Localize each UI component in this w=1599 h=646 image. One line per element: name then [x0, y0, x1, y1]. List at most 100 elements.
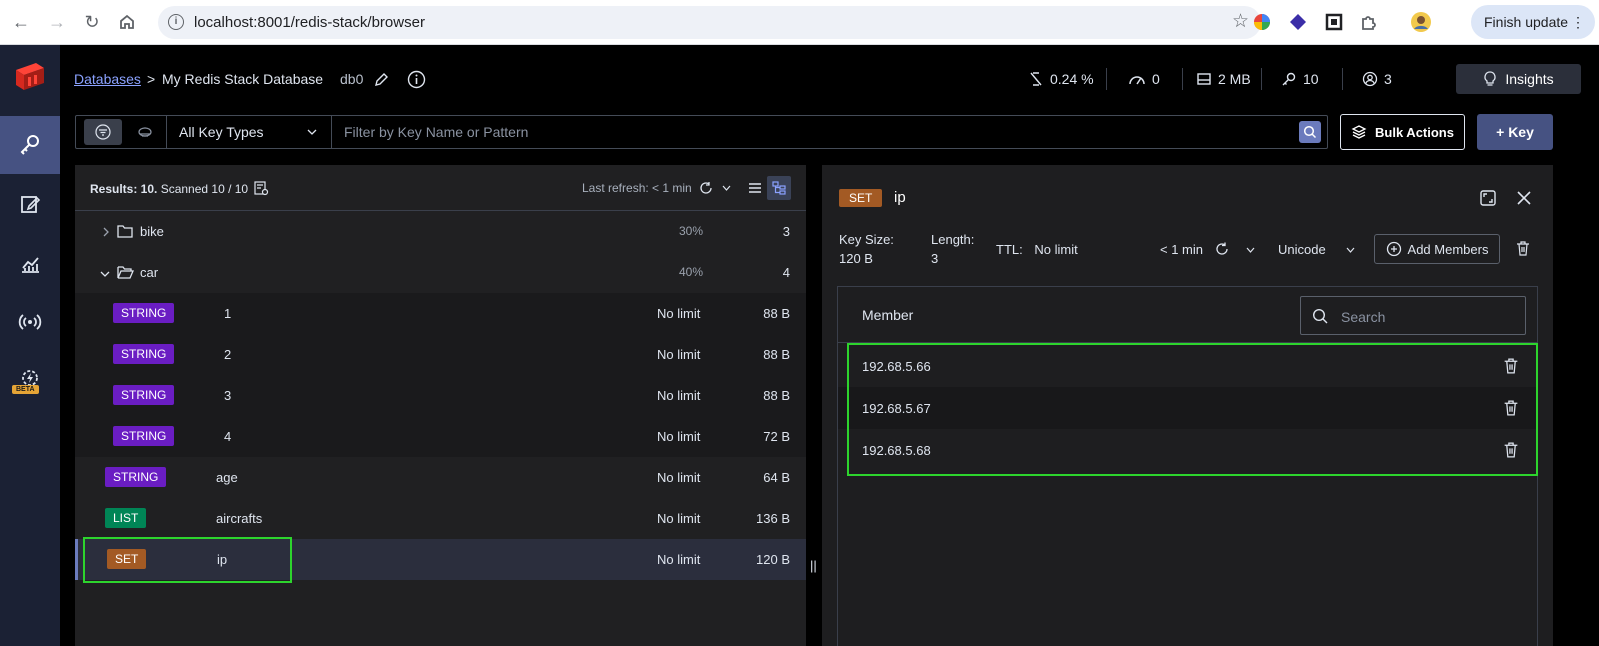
type-badge: STRING	[113, 426, 175, 446]
sidebar-item-triggers-beta[interactable]: BETA	[0, 355, 60, 413]
sidebar-item-pubsub[interactable]	[0, 293, 60, 351]
members-table-header: Member Search	[838, 287, 1537, 343]
member-search-input[interactable]: Search	[1300, 296, 1526, 335]
site-info-icon[interactable]: i	[168, 14, 184, 30]
tree-view-button[interactable]	[767, 176, 791, 200]
key-row[interactable]: STRING 2 No limit 88 B	[75, 334, 806, 375]
add-members-label: Add Members	[1407, 241, 1489, 257]
key-name: 3	[224, 388, 232, 403]
type-badge: LIST	[105, 508, 147, 528]
detail-last-refresh: < 1 min	[1160, 242, 1203, 257]
key-filter-input[interactable]: Filter by Key Name or Pattern	[344, 124, 528, 140]
trash-icon[interactable]	[1515, 240, 1531, 257]
type-badge: STRING	[105, 467, 167, 487]
ttl-value[interactable]: No limit	[1034, 242, 1077, 257]
db-index: db0	[340, 71, 364, 87]
pencil-icon[interactable]	[373, 72, 389, 88]
address-bar[interactable]: i localhost:8001/redis-stack/browser ☆	[158, 6, 1261, 39]
key-size: 136 B	[756, 511, 790, 526]
format-select[interactable]: Unicode	[1278, 240, 1326, 259]
bulk-actions-button[interactable]: Bulk Actions	[1340, 114, 1465, 150]
key-row[interactable]: STRING age No limit 64 B	[75, 457, 806, 498]
keys-stat: 10	[1281, 71, 1319, 87]
bookmark-star-icon[interactable]: ☆	[1232, 10, 1249, 33]
memory-value: 2 MB	[1218, 71, 1251, 87]
key-row[interactable]: STRING 4 No limit 72 B	[75, 416, 806, 457]
square-extension-icon[interactable]	[1323, 11, 1345, 33]
sidebar-item-workbench[interactable]	[0, 175, 60, 233]
vector-search-button[interactable]	[128, 119, 162, 145]
key-ttl: No limit	[657, 347, 701, 362]
sidebar-item-browser[interactable]	[0, 116, 60, 174]
key-name: 1	[224, 306, 232, 321]
insights-button[interactable]: Insights	[1456, 64, 1581, 94]
color-extension-icon[interactable]	[1251, 11, 1273, 33]
key-type-select[interactable]: All Key Types	[166, 116, 332, 148]
type-badge: STRING	[113, 344, 175, 364]
folder-icon	[117, 225, 133, 238]
chevron-down-icon[interactable]	[722, 185, 731, 191]
folder-name: car	[140, 265, 159, 280]
breadcrumb-databases[interactable]: Databases	[74, 71, 141, 87]
key-row[interactable]: STRING 1 No limit 88 B	[75, 293, 806, 334]
key-list-header: Results: 10. Scanned 10 / 10 Last refres…	[75, 165, 806, 211]
folder-percent: 40%	[679, 265, 704, 279]
ops-value: 0	[1152, 71, 1160, 87]
info-icon[interactable]	[407, 70, 426, 89]
cpu-icon	[1030, 72, 1042, 86]
search-mode-toggle	[80, 119, 166, 145]
filter-mode-button[interactable]	[84, 119, 122, 145]
semantic-search-icon	[138, 127, 152, 137]
chevron-down-icon[interactable]	[1346, 247, 1355, 253]
chevron-down-icon[interactable]	[1246, 247, 1255, 253]
reload-icon[interactable]: ↻	[80, 10, 104, 34]
close-icon[interactable]	[1514, 188, 1534, 208]
folder-row[interactable]: car 40% 4	[75, 252, 806, 293]
folder-count: 3	[782, 224, 790, 239]
folder-row[interactable]: bike 30% 3	[75, 211, 806, 252]
bulk-actions-label: Bulk Actions	[1375, 124, 1454, 140]
more-menu-icon: ⋮	[1571, 14, 1585, 30]
key-row[interactable]: LIST aircrafts No limit 136 B	[75, 498, 806, 539]
beta-badge: BETA	[12, 385, 39, 394]
fullscreen-icon[interactable]	[1478, 188, 1498, 208]
tree-icon	[772, 181, 786, 195]
key-size: 64 B	[763, 470, 790, 485]
add-members-button[interactable]: Add Members	[1374, 234, 1500, 264]
panel-resize-handle[interactable]: ||	[810, 558, 817, 573]
highlight-box	[83, 537, 292, 583]
extensions-puzzle-icon[interactable]	[1358, 11, 1380, 33]
diamond-extension-icon[interactable]	[1287, 11, 1309, 33]
last-refresh: Last refresh: < 1 min	[582, 181, 692, 195]
ops-stat: 0	[1128, 71, 1160, 87]
profile-avatar[interactable]	[1410, 11, 1432, 33]
browser-toolbar: ← → ↻ i localhost:8001/redis-stack/brows…	[0, 0, 1599, 45]
key-small-icon	[1282, 72, 1296, 86]
key-size: 88 B	[763, 388, 790, 403]
key-type-value: All Key Types	[179, 124, 264, 140]
finish-update-button[interactable]: Finish update ⋮	[1471, 5, 1595, 39]
list-view-button[interactable]	[743, 176, 767, 200]
home-icon[interactable]	[115, 10, 139, 34]
forward-icon[interactable]: →	[45, 10, 69, 34]
lightbulb-icon	[1484, 71, 1496, 86]
refresh-icon[interactable]	[1214, 241, 1230, 257]
member-column-header: Member	[862, 307, 914, 323]
key-size-label: Key Size:	[839, 232, 894, 247]
key-size-value: 120 B	[839, 251, 873, 266]
folder-open-icon	[117, 266, 134, 279]
key-filter-bar: All Key Types Filter by Key Name or Patt…	[75, 115, 1328, 149]
back-icon[interactable]: ←	[9, 10, 33, 34]
app-sidebar: BETA	[0, 45, 60, 646]
sidebar-item-analysis[interactable]	[0, 235, 60, 293]
scan-settings-icon[interactable]	[253, 180, 269, 196]
stat-divider	[1106, 68, 1107, 90]
filter-search-button[interactable]	[1299, 121, 1321, 143]
refresh-icon[interactable]	[699, 181, 713, 195]
breadcrumb-separator: >	[147, 71, 156, 87]
clients-value: 3	[1384, 71, 1392, 87]
key-ttl: No limit	[657, 552, 701, 567]
add-key-button[interactable]: + Key	[1477, 114, 1553, 150]
key-row[interactable]: STRING 3 No limit 88 B	[75, 375, 806, 416]
redis-logo[interactable]	[10, 60, 50, 96]
